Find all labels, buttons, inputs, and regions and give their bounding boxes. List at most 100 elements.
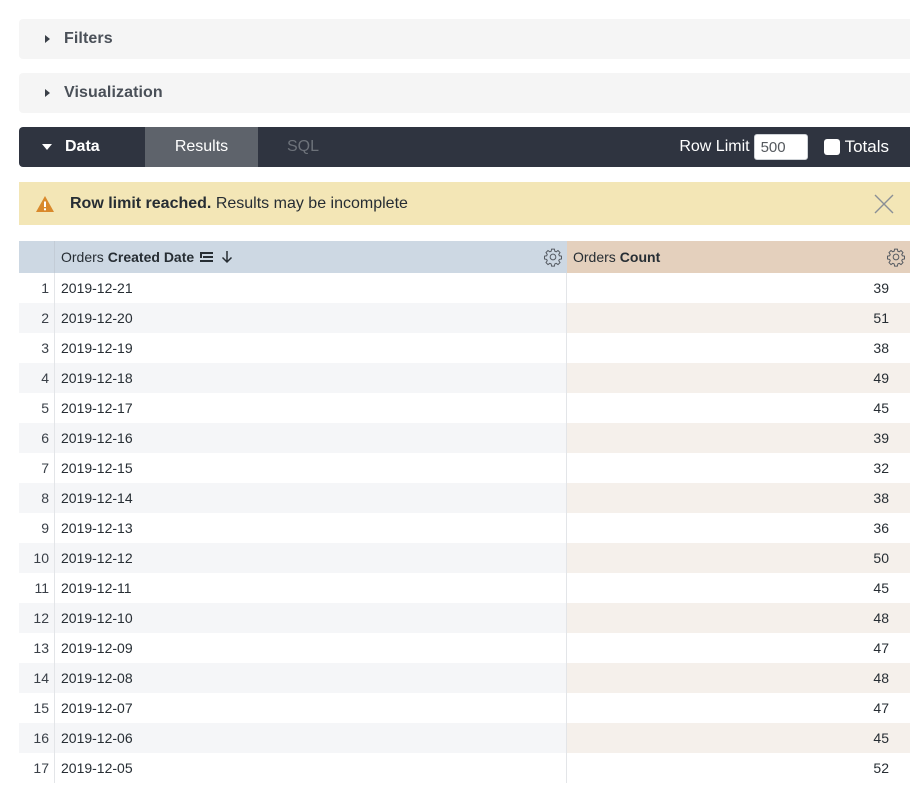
data-section-bar: Data Results SQL Row Limit Totals <box>19 127 910 167</box>
sort-descending-icon[interactable] <box>220 250 234 264</box>
count-cell[interactable]: 32 <box>567 453 910 483</box>
gear-icon[interactable] <box>886 247 906 267</box>
pivot-dimension-icon[interactable] <box>199 251 215 263</box>
column-field-name: Created Date <box>107 249 195 265</box>
results-table: Orders Created Date Orders Count 1 2019-… <box>19 241 910 783</box>
count-cell[interactable]: 51 <box>567 303 910 333</box>
filters-section-toggle[interactable]: Filters <box>19 19 910 59</box>
created-date-cell[interactable]: 2019-12-13 <box>55 513 567 543</box>
count-cell[interactable]: 50 <box>567 543 910 573</box>
row-number-cell: 6 <box>19 423 55 453</box>
table-row: 16 2019-12-06 45 <box>19 723 910 753</box>
count-cell[interactable]: 38 <box>567 483 910 513</box>
table-row: 3 2019-12-19 38 <box>19 333 910 363</box>
warning-icon <box>36 195 54 212</box>
count-cell[interactable]: 52 <box>567 753 910 783</box>
table-row: 12 2019-12-10 48 <box>19 603 910 633</box>
created-date-cell[interactable]: 2019-12-06 <box>55 723 567 753</box>
row-limit-warning-banner: Row limit reached. Results may be incomp… <box>19 182 910 225</box>
row-number-cell: 14 <box>19 663 55 693</box>
row-number-cell: 12 <box>19 603 55 633</box>
table-row: 6 2019-12-16 39 <box>19 423 910 453</box>
count-cell[interactable]: 49 <box>567 363 910 393</box>
table-row: 10 2019-12-12 50 <box>19 543 910 573</box>
row-number-cell: 13 <box>19 633 55 663</box>
column-field-name: Count <box>619 249 661 265</box>
table-row: 13 2019-12-09 47 <box>19 633 910 663</box>
row-number-cell: 5 <box>19 393 55 423</box>
caret-right-icon <box>45 35 50 43</box>
count-cell[interactable]: 48 <box>567 603 910 633</box>
row-number-cell: 1 <box>19 273 55 303</box>
totals-label: Totals <box>844 137 889 156</box>
caret-down-icon <box>42 144 52 150</box>
caret-right-icon <box>45 89 50 97</box>
count-cell[interactable]: 47 <box>567 693 910 723</box>
row-number-cell: 8 <box>19 483 55 513</box>
filters-label: Filters <box>64 30 113 47</box>
created-date-cell[interactable]: 2019-12-08 <box>55 663 567 693</box>
column-view-name: Orders <box>573 249 616 265</box>
count-cell[interactable]: 39 <box>567 273 910 303</box>
warning-message-text: Results may be incomplete <box>211 194 408 212</box>
table-row: 1 2019-12-21 39 <box>19 273 910 303</box>
count-cell[interactable]: 48 <box>567 663 910 693</box>
created-date-cell[interactable]: 2019-12-20 <box>55 303 567 333</box>
created-date-cell[interactable]: 2019-12-15 <box>55 453 567 483</box>
count-cell[interactable]: 38 <box>567 333 910 363</box>
created-date-cell[interactable]: 2019-12-09 <box>55 633 567 663</box>
created-date-cell[interactable]: 2019-12-14 <box>55 483 567 513</box>
count-cell[interactable]: 45 <box>567 723 910 753</box>
count-cell[interactable]: 47 <box>567 633 910 663</box>
row-number-cell: 3 <box>19 333 55 363</box>
checkbox-icon[interactable] <box>823 139 840 155</box>
count-cell[interactable]: 36 <box>567 513 910 543</box>
data-label: Data <box>65 138 100 155</box>
created-date-cell[interactable]: 2019-12-21 <box>55 273 567 303</box>
gear-icon[interactable] <box>543 247 563 267</box>
tab-results[interactable]: Results <box>145 127 258 167</box>
table-body: 1 2019-12-21 39 2 2019-12-20 51 3 2019-12-19 38 4… <box>19 273 910 783</box>
created-date-cell[interactable]: 2019-12-16 <box>55 423 567 453</box>
count-cell[interactable]: 45 <box>567 573 910 603</box>
close-icon[interactable] <box>874 194 894 214</box>
visualization-section-toggle[interactable]: Visualization <box>19 73 910 113</box>
count-cell[interactable]: 45 <box>567 393 910 423</box>
created-date-cell[interactable]: 2019-12-19 <box>55 333 567 363</box>
created-date-cell[interactable]: 2019-12-12 <box>55 543 567 573</box>
totals-checkbox[interactable]: Totals <box>823 137 889 157</box>
created-date-cell[interactable]: 2019-12-10 <box>55 603 567 633</box>
row-number-cell: 16 <box>19 723 55 753</box>
warning-message: Row limit reached. Results may be incomp… <box>70 195 408 213</box>
table-row: 8 2019-12-14 38 <box>19 483 910 513</box>
column-header-orders-created-date[interactable]: Orders Created Date <box>55 241 567 273</box>
row-number-cell: 10 <box>19 543 55 573</box>
data-section-toggle[interactable]: Data <box>19 127 145 167</box>
table-row: 15 2019-12-07 47 <box>19 693 910 723</box>
created-date-cell[interactable]: 2019-12-07 <box>55 693 567 723</box>
warning-message-bold: Row limit reached. <box>70 194 212 212</box>
table-row: 2 2019-12-20 51 <box>19 303 910 333</box>
created-date-cell[interactable]: 2019-12-11 <box>55 573 567 603</box>
row-limit-label: Row Limit <box>679 138 750 155</box>
table-row: 17 2019-12-05 52 <box>19 753 910 783</box>
created-date-cell[interactable]: 2019-12-05 <box>55 753 567 783</box>
table-row: 5 2019-12-17 45 <box>19 393 910 423</box>
row-number-cell: 4 <box>19 363 55 393</box>
row-number-cell: 2 <box>19 303 55 333</box>
created-date-cell[interactable]: 2019-12-18 <box>55 363 567 393</box>
row-number-header <box>19 241 55 273</box>
row-limit-input[interactable] <box>753 134 808 160</box>
row-number-cell: 15 <box>19 693 55 723</box>
count-cell[interactable]: 39 <box>567 423 910 453</box>
table-row: 11 2019-12-11 45 <box>19 573 910 603</box>
column-header-orders-count[interactable]: Orders Count <box>567 241 910 273</box>
table-row: 4 2019-12-18 49 <box>19 363 910 393</box>
table-header-row: Orders Created Date Orders Count <box>19 241 910 273</box>
row-number-cell: 9 <box>19 513 55 543</box>
tab-sql[interactable]: SQL <box>258 127 348 167</box>
row-number-cell: 17 <box>19 753 55 783</box>
created-date-cell[interactable]: 2019-12-17 <box>55 393 567 423</box>
table-row: 7 2019-12-15 32 <box>19 453 910 483</box>
table-row: 9 2019-12-13 36 <box>19 513 910 543</box>
